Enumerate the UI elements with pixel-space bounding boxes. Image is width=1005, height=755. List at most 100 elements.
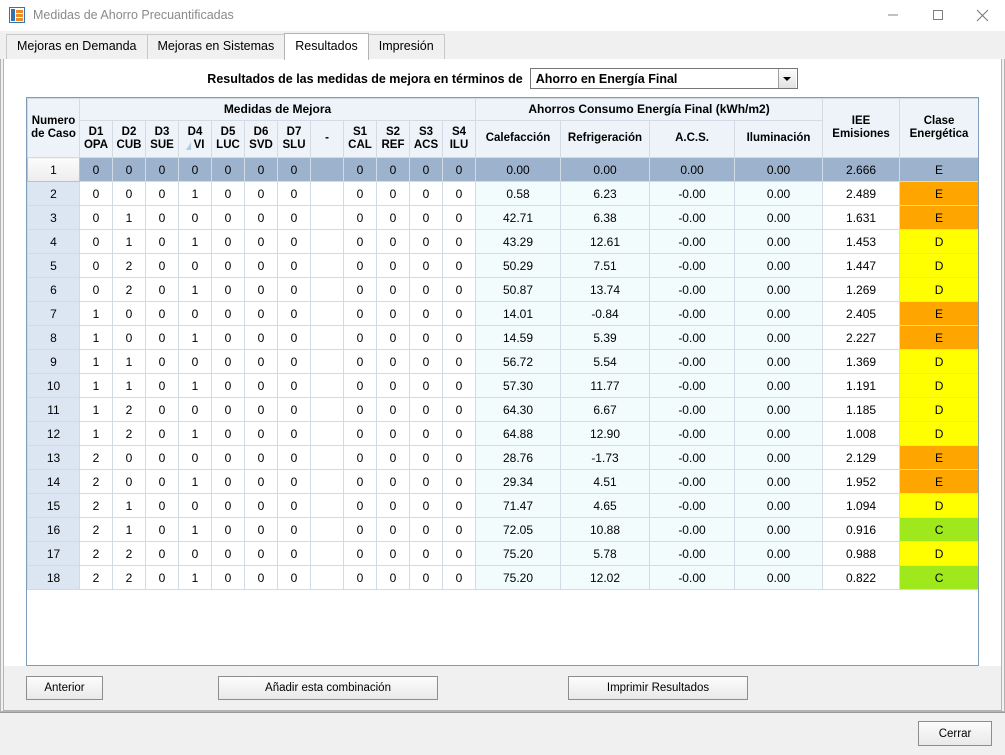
row-case-number[interactable]: 16 (27, 517, 80, 542)
chevron-down-icon[interactable] (777, 69, 796, 88)
row-case-number[interactable]: 8 (27, 325, 80, 350)
table-row[interactable]: 16 2 1 0 1 0 0 0 0 0 0 0 72.05 10.88 -0.00 0.00 0.916 C (27, 517, 978, 542)
cell-measure-8[interactable]: 0 (343, 229, 377, 254)
cell-cal[interactable]: 0.58 (475, 181, 561, 206)
cell-measure-10[interactable]: 0 (409, 349, 443, 374)
cell-measure-4[interactable]: 0 (211, 277, 245, 302)
cell-ilu[interactable]: 0.00 (733, 205, 824, 230)
cell-measure-5[interactable]: 0 (244, 445, 278, 470)
cell-measure-11[interactable]: 0 (442, 301, 476, 326)
row-case-number[interactable]: 15 (27, 493, 80, 518)
cell-measure-5[interactable]: 0 (244, 205, 278, 230)
cell-measure-11[interactable]: 0 (442, 349, 476, 374)
cell-measure-5[interactable]: 0 (244, 229, 278, 254)
cell-measure-4[interactable]: 0 (211, 349, 245, 374)
cell-clase-energetica[interactable]: E (899, 157, 978, 182)
cell-measure-7[interactable] (310, 517, 344, 542)
cell-measure-2[interactable]: 0 (145, 253, 179, 278)
cell-ilu[interactable]: 0.00 (733, 517, 824, 542)
cell-ilu[interactable]: 0.00 (733, 181, 824, 206)
cell-measure-11[interactable]: 0 (442, 205, 476, 230)
cell-measure-4[interactable]: 0 (211, 397, 245, 422)
cell-measure-7[interactable] (310, 325, 344, 350)
cell-cal[interactable]: 28.76 (475, 445, 561, 470)
cell-measure-0[interactable]: 2 (79, 565, 113, 590)
cell-measure-4[interactable]: 0 (211, 421, 245, 446)
table-row[interactable]: 4 0 1 0 1 0 0 0 0 0 0 0 43.29 12.61 -0.00 0.00 1.453 D (27, 229, 978, 254)
cell-measure-9[interactable]: 0 (376, 349, 410, 374)
cell-measure-5[interactable]: 0 (244, 397, 278, 422)
cell-measure-2[interactable]: 0 (145, 493, 179, 518)
cell-measure-10[interactable]: 0 (409, 397, 443, 422)
cell-clase-energetica[interactable]: D (899, 277, 978, 302)
cell-measure-7[interactable] (310, 541, 344, 566)
cell-measure-8[interactable]: 0 (343, 277, 377, 302)
cell-measure-8[interactable]: 0 (343, 253, 377, 278)
header-savings-2[interactable]: A.C.S. (649, 120, 735, 158)
cell-measure-9[interactable]: 0 (376, 397, 410, 422)
row-case-number[interactable]: 18 (27, 565, 80, 590)
cell-ilu[interactable]: 0.00 (733, 229, 824, 254)
cell-acs[interactable]: -0.00 (649, 205, 735, 230)
cell-measure-0[interactable]: 1 (79, 349, 113, 374)
anterior-button[interactable]: Anterior (26, 676, 103, 700)
cell-measure-3[interactable]: 1 (178, 325, 212, 350)
row-case-number[interactable]: 1 (27, 157, 80, 182)
cell-measure-9[interactable]: 0 (376, 469, 410, 494)
cell-cal[interactable]: 72.05 (475, 517, 561, 542)
cell-acs[interactable]: -0.00 (649, 421, 735, 446)
cell-ref[interactable]: 4.51 (560, 469, 650, 494)
cell-measure-2[interactable]: 0 (145, 277, 179, 302)
cell-iee[interactable]: 1.269 (822, 277, 901, 302)
cell-measure-8[interactable]: 0 (343, 397, 377, 422)
cell-ref[interactable]: 11.77 (560, 373, 650, 398)
header-measure-cub[interactable]: D2 CUB (112, 120, 146, 158)
header-measure-ref[interactable]: S2 REF (376, 120, 410, 158)
cell-measure-4[interactable]: 0 (211, 493, 245, 518)
cell-cal[interactable]: 50.87 (475, 277, 561, 302)
cell-measure-1[interactable]: 1 (112, 493, 146, 518)
cell-measure-5[interactable]: 0 (244, 493, 278, 518)
cell-clase-energetica[interactable]: C (899, 517, 978, 542)
cell-ref[interactable]: 10.88 (560, 517, 650, 542)
cell-ilu[interactable]: 0.00 (733, 397, 824, 422)
cell-ilu[interactable]: 0.00 (733, 253, 824, 278)
row-case-number[interactable]: 3 (27, 205, 80, 230)
cell-measure-0[interactable]: 0 (79, 181, 113, 206)
cell-measure-5[interactable]: 0 (244, 421, 278, 446)
cell-clase-energetica[interactable]: E (899, 181, 978, 206)
cell-measure-6[interactable]: 0 (277, 397, 311, 422)
cell-measure-0[interactable]: 0 (79, 157, 113, 182)
cell-measure-1[interactable]: 2 (112, 277, 146, 302)
cell-measure-6[interactable]: 0 (277, 445, 311, 470)
cell-measure-5[interactable]: 0 (244, 325, 278, 350)
table-row[interactable]: 1 0 0 0 0 0 0 0 0 0 0 0 0.00 0.00 0.00 0.00 2.666 E (27, 157, 978, 182)
cell-ref[interactable]: 12.61 (560, 229, 650, 254)
cell-measure-3[interactable]: 1 (178, 277, 212, 302)
cell-measure-8[interactable]: 0 (343, 445, 377, 470)
cell-measure-0[interactable]: 1 (79, 397, 113, 422)
cell-ilu[interactable]: 0.00 (733, 469, 824, 494)
cell-measure-11[interactable]: 0 (442, 157, 476, 182)
cell-ref[interactable]: 12.02 (560, 565, 650, 590)
cell-acs[interactable]: 0.00 (649, 157, 735, 182)
header-measure-acs[interactable]: S3 ACS (409, 120, 443, 158)
cell-measure-1[interactable]: 2 (112, 541, 146, 566)
cell-measure-1[interactable]: 0 (112, 469, 146, 494)
cell-acs[interactable]: -0.00 (649, 373, 735, 398)
cell-measure-10[interactable]: 0 (409, 301, 443, 326)
cell-measure-6[interactable]: 0 (277, 229, 311, 254)
table-row[interactable]: 6 0 2 0 1 0 0 0 0 0 0 0 50.87 13.74 -0.00 0.00 1.269 D (27, 277, 978, 302)
table-row[interactable]: 2 0 0 0 1 0 0 0 0 0 0 0 0.58 6.23 -0.00 0.00 2.489 E (27, 181, 978, 206)
cell-measure-3[interactable]: 0 (178, 349, 212, 374)
cell-measure-4[interactable]: 0 (211, 541, 245, 566)
cell-acs[interactable]: -0.00 (649, 469, 735, 494)
cell-measure-6[interactable]: 0 (277, 541, 311, 566)
cell-acs[interactable]: -0.00 (649, 277, 735, 302)
header-measure-vi[interactable]: D4 VI (178, 120, 212, 158)
cell-measure-4[interactable]: 0 (211, 445, 245, 470)
cell-measure-11[interactable]: 0 (442, 517, 476, 542)
cell-cal[interactable]: 56.72 (475, 349, 561, 374)
cell-measure-4[interactable]: 0 (211, 469, 245, 494)
cell-iee[interactable]: 2.405 (822, 301, 901, 326)
